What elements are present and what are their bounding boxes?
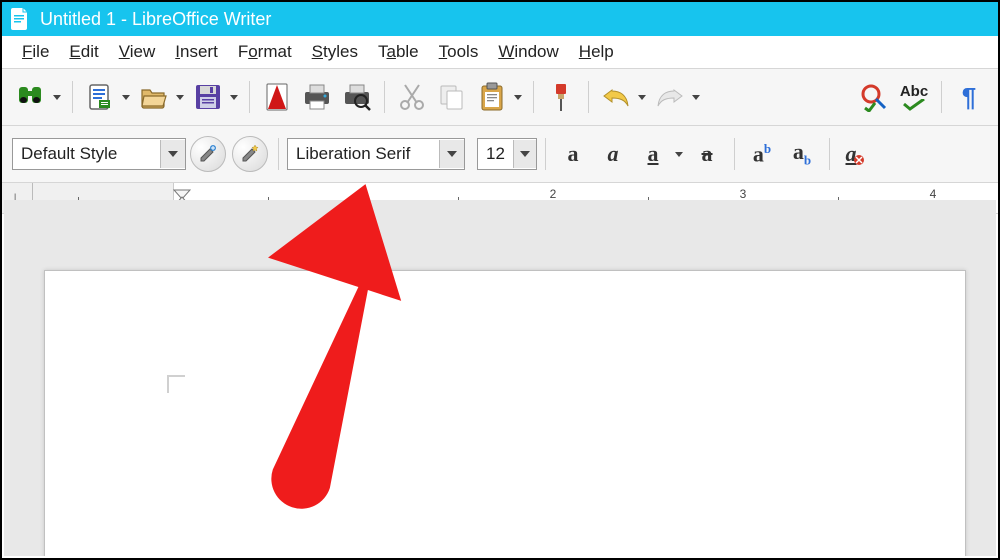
menu-view[interactable]: View: [111, 38, 164, 66]
print-preview-button[interactable]: [338, 79, 376, 115]
bold-icon: a: [568, 141, 579, 167]
page-margin-corner-icon: [167, 375, 185, 393]
underline-button[interactable]: a: [634, 136, 672, 172]
spellcheck-button[interactable]: [855, 79, 893, 115]
redo-dropdown[interactable]: [689, 79, 703, 115]
clear-formatting-button[interactable]: a: [838, 136, 876, 172]
font-size-field[interactable]: 12: [477, 138, 537, 170]
export-pdf-button[interactable]: [258, 79, 296, 115]
ruler-number: 4: [930, 187, 937, 201]
font-name-dropdown-icon[interactable]: [439, 140, 464, 168]
italic-button[interactable]: a: [594, 136, 632, 172]
new-style-button[interactable]: [232, 136, 268, 172]
ruler-number: 1: [360, 187, 367, 201]
redo-button[interactable]: [651, 79, 689, 115]
workspace: [4, 200, 996, 556]
font-name-value: Liberation Serif: [288, 144, 418, 164]
find-dropdown[interactable]: [50, 79, 64, 115]
separator: [72, 81, 73, 113]
subscript-button[interactable]: ab: [783, 136, 821, 172]
formatting-toolbar: Default Style Liberation Serif 12 a a a: [2, 126, 998, 183]
font-name-field[interactable]: Liberation Serif: [287, 138, 465, 170]
underline-dropdown[interactable]: [672, 136, 686, 172]
strike-icon: a: [702, 141, 713, 167]
menu-file[interactable]: File: [14, 38, 57, 66]
separator: [941, 81, 942, 113]
underline-icon: a: [648, 141, 659, 167]
subscript-icon: ab: [793, 139, 811, 168]
formatting-marks-button[interactable]: ¶: [950, 79, 988, 115]
menu-window[interactable]: Window: [490, 38, 566, 66]
separator: [588, 81, 589, 113]
bold-button[interactable]: a: [554, 136, 592, 172]
superscript-button[interactable]: ab: [743, 136, 781, 172]
document-page[interactable]: [44, 270, 966, 556]
document-icon: [10, 7, 30, 31]
separator: [278, 138, 279, 170]
font-size-value: 12: [478, 144, 513, 164]
new-document-button[interactable]: [81, 79, 119, 115]
paragraph-style-dropdown-icon[interactable]: [160, 140, 185, 168]
separator: [533, 81, 534, 113]
menu-table[interactable]: Table: [370, 38, 427, 66]
clone-formatting-button[interactable]: [542, 79, 580, 115]
separator: [545, 138, 546, 170]
menu-help[interactable]: Help: [571, 38, 622, 66]
separator: [829, 138, 830, 170]
italic-icon: a: [608, 141, 619, 167]
find-replace-button[interactable]: [12, 79, 50, 115]
window-title: Untitled 1 - LibreOffice Writer: [40, 9, 271, 30]
menu-edit[interactable]: Edit: [61, 38, 106, 66]
menu-tools[interactable]: Tools: [431, 38, 487, 66]
print-button[interactable]: [298, 79, 336, 115]
open-dropdown[interactable]: [173, 79, 187, 115]
undo-dropdown[interactable]: [635, 79, 649, 115]
new-document-dropdown[interactable]: [119, 79, 133, 115]
separator: [384, 81, 385, 113]
pilcrow-icon: ¶: [962, 82, 976, 113]
menu-styles[interactable]: Styles: [304, 38, 366, 66]
menu-insert[interactable]: Insert: [167, 38, 226, 66]
separator: [734, 138, 735, 170]
cut-button[interactable]: [393, 79, 431, 115]
paragraph-style-value: Default Style: [13, 144, 125, 164]
menubar: File Edit View Insert Format Styles Tabl…: [2, 36, 998, 69]
paragraph-style-field[interactable]: Default Style: [12, 138, 186, 170]
copy-button[interactable]: [433, 79, 471, 115]
save-button[interactable]: [189, 79, 227, 115]
standard-toolbar: Abc ¶: [2, 69, 998, 126]
paste-button[interactable]: [473, 79, 511, 115]
undo-button[interactable]: [597, 79, 635, 115]
superscript-icon: ab: [753, 141, 771, 167]
save-dropdown[interactable]: [227, 79, 241, 115]
ruler-number: 2: [550, 187, 557, 201]
menu-format[interactable]: Format: [230, 38, 300, 66]
strikethrough-button[interactable]: a: [688, 136, 726, 172]
titlebar: Untitled 1 - LibreOffice Writer: [2, 2, 998, 36]
font-size-dropdown-icon[interactable]: [513, 140, 536, 168]
spellcheck-label: Abc: [900, 84, 928, 99]
open-button[interactable]: [135, 79, 173, 115]
update-style-button[interactable]: [190, 136, 226, 172]
paste-dropdown[interactable]: [511, 79, 525, 115]
ruler-number: 3: [740, 187, 747, 201]
separator: [249, 81, 250, 113]
autospellcheck-button[interactable]: Abc: [895, 79, 933, 115]
